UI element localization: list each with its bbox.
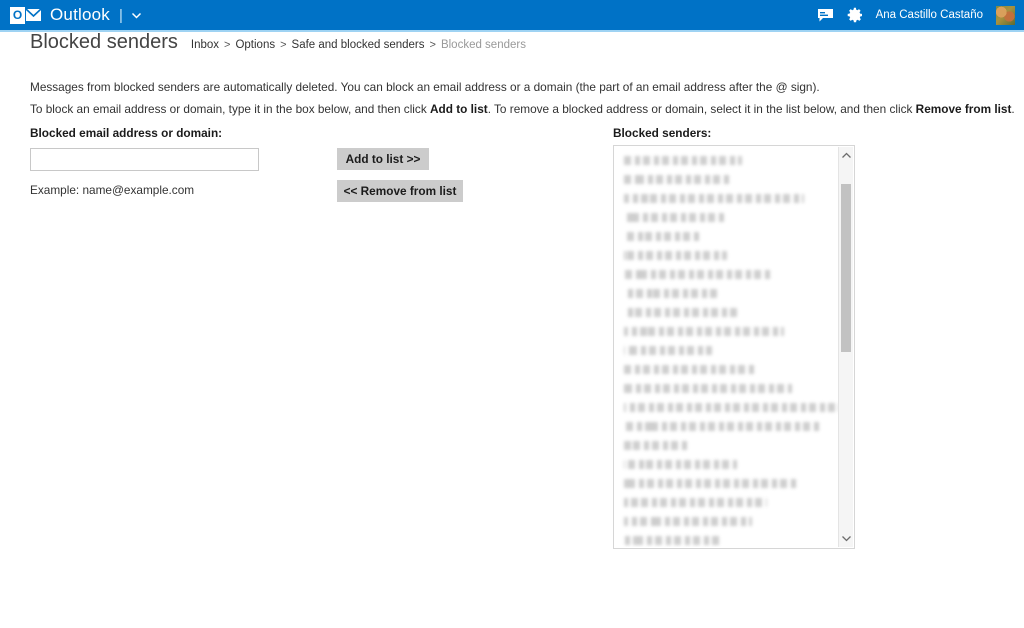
brand-name: Outlook: [50, 5, 110, 24]
description-line2-part3: .: [1011, 102, 1015, 116]
redacted-sender-address: [624, 384, 792, 393]
list-item[interactable]: [615, 213, 840, 229]
page-title: Blocked senders: [30, 31, 178, 53]
blocked-senders-items: in: [615, 147, 840, 547]
chevron-down-icon[interactable]: [130, 9, 143, 22]
list-item[interactable]: [615, 498, 840, 514]
redacted-sender-address: [624, 498, 767, 507]
description-add-to-list-emphasis: Add to list: [430, 102, 488, 116]
redacted-sender-address: [624, 327, 784, 336]
redacted-sender-address: [624, 460, 737, 469]
scrollbar-thumb[interactable]: [841, 184, 851, 352]
list-item[interactable]: [615, 517, 840, 533]
list-item[interactable]: [615, 270, 840, 286]
redacted-sender-address: [624, 479, 799, 488]
list-scrollbar[interactable]: [838, 147, 853, 547]
description-remove-from-list-emphasis: Remove from list: [915, 102, 1012, 116]
redacted-sender-address: [624, 289, 717, 298]
redacted-sender-address: [624, 175, 732, 184]
user-name[interactable]: Ana Castillo Castaño: [876, 9, 983, 21]
suite-header-bar: O Outlook | Ana Castillo Castaño: [0, 0, 1024, 30]
list-item[interactable]: [615, 384, 840, 400]
remove-from-list-button[interactable]: << Remove from list: [337, 180, 463, 202]
list-item[interactable]: [615, 289, 840, 305]
breadcrumb-item-options[interactable]: Options: [235, 39, 275, 51]
description-line2-part1: To block an email address or domain, typ…: [30, 102, 431, 116]
brand-separator: |: [119, 6, 123, 24]
breadcrumb-separator: >: [429, 39, 436, 51]
blocked-senders-list-viewport: in: [615, 147, 840, 547]
redacted-sender-address: [624, 365, 757, 374]
suite-bar-actions: Ana Castillo Castaño: [817, 5, 1024, 25]
outlook-envelope-icon: [26, 8, 42, 21]
list-item[interactable]: [615, 536, 840, 547]
list-item[interactable]: [615, 175, 840, 191]
blocked-senders-label: Blocked senders:: [613, 126, 712, 140]
redacted-sender-address: [624, 403, 840, 412]
chat-icon[interactable]: [817, 8, 834, 23]
breadcrumb: Inbox > Options > Safe and blocked sende…: [191, 39, 526, 51]
brand-block[interactable]: O Outlook |: [0, 5, 143, 25]
blocked-email-or-domain-input[interactable]: [30, 148, 259, 171]
breadcrumb-item-safe-and-blocked-senders[interactable]: Safe and blocked senders: [292, 39, 425, 51]
outlook-logo: O: [10, 6, 42, 24]
list-item[interactable]: [615, 251, 840, 267]
example-hint-text: Example: name@example.com: [30, 183, 195, 197]
redacted-sender-address: [624, 251, 727, 260]
redacted-sender-address: [624, 232, 699, 241]
redacted-sender-address: [624, 536, 722, 545]
redacted-sender-address: [624, 346, 712, 355]
description-line2-part2: . To remove a blocked address or domain,…: [487, 102, 916, 116]
redacted-sender-address: [624, 308, 737, 317]
avatar[interactable]: [996, 5, 1015, 25]
redacted-sender-address: [624, 194, 804, 203]
redacted-sender-address: [624, 517, 752, 526]
redacted-sender-address: [624, 156, 742, 165]
redacted-sender-address: [624, 213, 724, 222]
logo-letter-o: O: [10, 6, 25, 24]
list-item[interactable]: [615, 194, 840, 210]
breadcrumb-separator: >: [224, 39, 231, 51]
list-item[interactable]: [615, 422, 840, 438]
description-line-1: Messages from blocked senders are automa…: [30, 80, 820, 94]
add-to-list-button[interactable]: Add to list >>: [337, 148, 429, 170]
chevron-up-icon: [841, 152, 851, 158]
list-item[interactable]: [615, 479, 840, 495]
blocked-senders-listbox[interactable]: in: [613, 145, 855, 549]
list-item[interactable]: [615, 365, 840, 381]
redacted-sender-address: [624, 270, 772, 279]
scroll-down-button[interactable]: [839, 530, 853, 547]
list-item[interactable]: [615, 441, 840, 457]
list-item[interactable]: [615, 346, 840, 362]
gear-icon[interactable]: [847, 7, 863, 23]
list-item[interactable]: [615, 460, 840, 476]
list-item[interactable]: [615, 308, 840, 324]
scroll-up-button[interactable]: [839, 147, 853, 164]
redacted-sender-address: [624, 422, 820, 431]
blocked-input-label: Blocked email address or domain:: [30, 126, 223, 140]
chevron-down-icon: [841, 536, 851, 542]
scrollbar-track[interactable]: [839, 164, 853, 530]
list-item[interactable]: [615, 327, 840, 343]
list-item[interactable]: [615, 156, 840, 172]
breadcrumb-separator: >: [280, 39, 287, 51]
list-item[interactable]: [615, 232, 840, 248]
breadcrumb-item-blocked-senders: Blocked senders: [440, 39, 526, 51]
breadcrumb-item-inbox[interactable]: Inbox: [191, 39, 219, 51]
redacted-sender-address: [624, 441, 690, 450]
list-item[interactable]: in: [615, 403, 840, 419]
title-row: Blocked senders Inbox > Options > Safe a…: [0, 32, 1024, 66]
description-line-2: To block an email address or domain, typ…: [30, 102, 1015, 116]
